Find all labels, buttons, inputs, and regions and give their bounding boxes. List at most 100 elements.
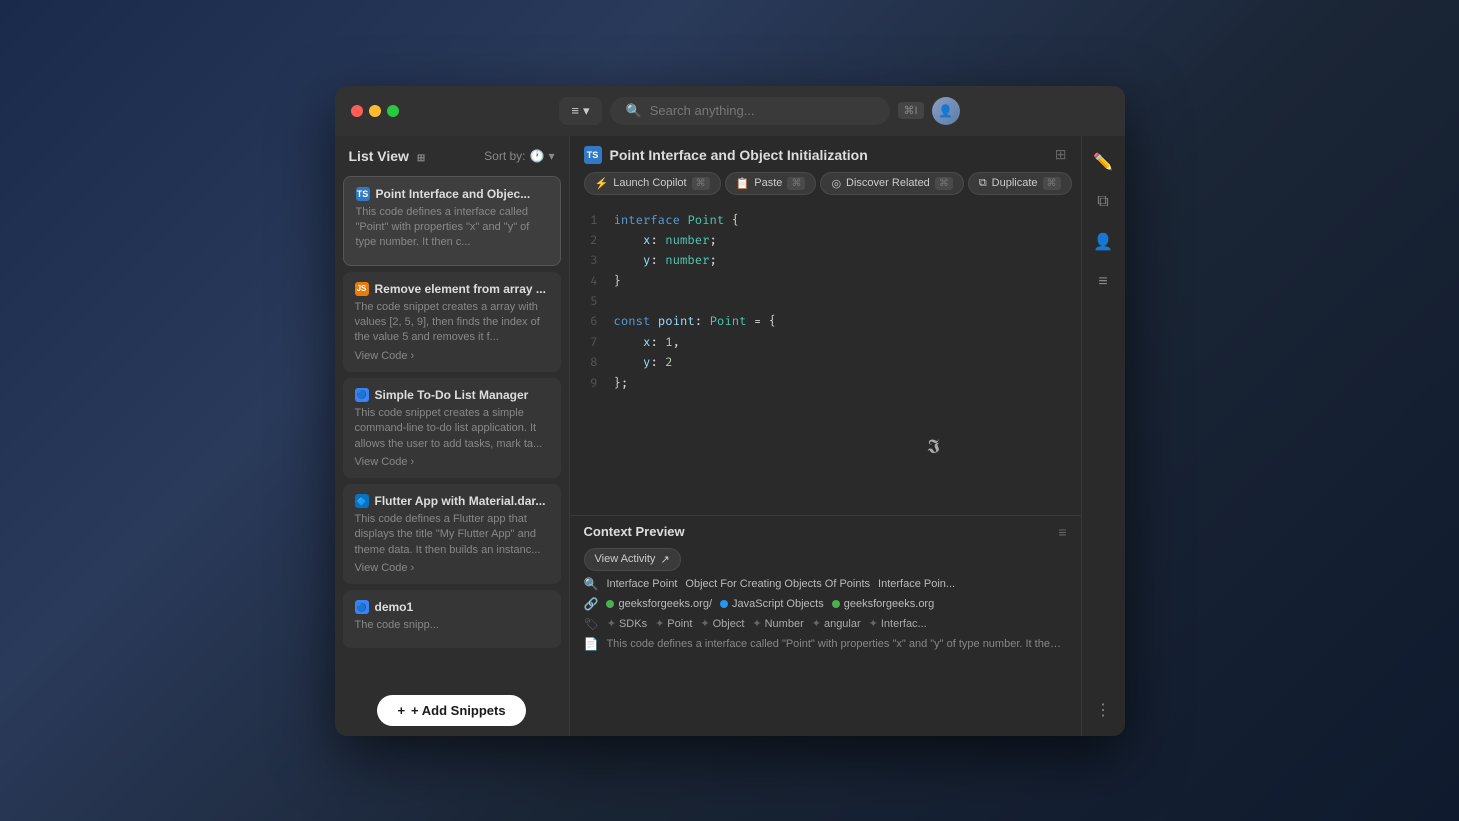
list-item[interactable]: 🔵 Simple To-Do List Manager This code sn… [343, 378, 561, 478]
search-placeholder: Search anything... [650, 103, 755, 118]
paste-icon: 📋 [736, 177, 750, 190]
close-button[interactable] [351, 105, 363, 117]
tag-chip-sdks[interactable]: ✦ SDKs [607, 617, 647, 630]
link-label: geeksforgeeks.org/ [618, 598, 712, 610]
tag-interface-poin: Interface Poin... [878, 578, 955, 590]
item-type-icon: 🔷 [355, 494, 369, 508]
share-button[interactable]: 👤 [1087, 226, 1119, 258]
link-label: JavaScript Objects [732, 598, 824, 610]
link-dot-icon [832, 600, 840, 608]
link-label: geeksforgeeks.org [844, 598, 935, 610]
title-bar-center: ≡ ▾ 🔍 Search anything... ⌘I 👤 [411, 97, 1109, 125]
sort-label: Sort by: [484, 149, 525, 163]
view-code-button[interactable]: View Code › [355, 562, 549, 574]
code-line: 8 y: 2 [584, 353, 1067, 373]
item-title: TS Point Interface and Objec... [356, 187, 548, 201]
view-code-button[interactable]: View Code › [355, 456, 549, 468]
title-bar: ≡ ▾ 🔍 Search anything... ⌘I 👤 [335, 86, 1125, 136]
tag-chip-object[interactable]: ✦ Object [700, 617, 744, 630]
list-item[interactable]: 🔷 Flutter App with Material.dar... This … [343, 484, 561, 584]
item-title: 🔵 Simple To-Do List Manager [355, 388, 549, 402]
item-title-text: Flutter App with Material.dar... [375, 494, 546, 508]
item-description: The code snippet creates a array with va… [355, 300, 549, 346]
sidebar-items: TS Point Interface and Objec... This cod… [335, 172, 569, 685]
code-panel-title-text: Point Interface and Object Initializatio… [610, 147, 868, 163]
copy-icon: ⧉ [1097, 193, 1108, 211]
code-line: 1 interface Point { [584, 211, 1067, 231]
menu-icon: ≡ [571, 103, 579, 118]
code-line: 5 [584, 292, 1067, 312]
link-js-objects[interactable]: JavaScript Objects [720, 598, 824, 610]
context-title: Context Preview [584, 524, 685, 539]
menu-chevron: ▾ [583, 103, 590, 119]
minimize-button[interactable] [369, 105, 381, 117]
kbd-badge: ⌘I [898, 102, 924, 119]
search-bar[interactable]: 🔍 Search anything... [610, 97, 890, 125]
list-icon: ≡ [1098, 273, 1107, 291]
discover-related-button[interactable]: ◎ Discover Related ⌘ [820, 172, 963, 195]
item-type-icon: TS [356, 187, 370, 201]
action-bar: ✏️ ⧉ 👤 ≡ ⋮ [1081, 136, 1125, 736]
menu-button[interactable]: ≡ ▾ [559, 97, 601, 125]
expand-icon: ⊞ [417, 153, 425, 164]
list-view-button[interactable]: ≡ [1087, 266, 1119, 298]
item-description: The code snipp... [355, 618, 549, 633]
share-icon: 👤 [1093, 232, 1113, 252]
code-line: 2 x: number; [584, 231, 1067, 251]
sidebar-sort[interactable]: Sort by: 🕐 ▾ [484, 149, 554, 163]
list-item[interactable]: JS Remove element from array ... The cod… [343, 272, 561, 372]
sort-icon: 🕐 [530, 149, 545, 163]
doc-icon: 📄 [584, 637, 599, 651]
code-line: 6 const point: Point = { [584, 312, 1067, 332]
edit-icon: ✏️ [1093, 152, 1113, 172]
code-line: 7 x: 1, [584, 333, 1067, 353]
duplicate-button[interactable]: ⧉ Duplicate ⌘ [968, 172, 1072, 195]
discover-label: Discover Related [846, 177, 930, 189]
code-line: 3 y: number; [584, 251, 1067, 271]
paste-button[interactable]: 📋 Paste ⌘ [725, 172, 817, 195]
tag-chip-angular[interactable]: ✦ angular [812, 617, 861, 630]
item-title-text: demo1 [375, 600, 414, 614]
code-area[interactable]: 1 interface Point { 2 x: number; 3 y: nu… [570, 203, 1081, 515]
context-chip-row: 🏷 ✦ SDKs ✦ Point ✦ Object [584, 617, 1067, 631]
list-item[interactable]: 🔵 demo1 The code snipp... [343, 590, 561, 647]
chip-label: Object [713, 618, 745, 630]
context-menu-icon[interactable]: ≡ [1058, 524, 1066, 540]
sidebar-header: List View ⊞ Sort by: 🕐 ▾ [335, 136, 569, 172]
view-activity-button[interactable]: View Activity ↗ [584, 548, 681, 571]
context-desc-row: 📄 This code defines a interface called "… [584, 637, 1067, 652]
maximize-button[interactable] [387, 105, 399, 117]
tag-interface-point: Interface Point [606, 578, 677, 590]
add-snippets-button[interactable]: + + Add Snippets [377, 695, 525, 726]
activity-icon: ↗ [660, 553, 669, 566]
copy-button[interactable]: ⧉ [1087, 186, 1119, 218]
expand-icon[interactable]: ⊞ [1055, 146, 1067, 163]
link-geeks2[interactable]: geeksforgeeks.org [832, 598, 935, 610]
tag-chip-interface[interactable]: ✦ Interfac... [869, 617, 927, 630]
tag-object-creating: Object For Creating Objects Of Points [685, 578, 870, 590]
paste-label: Paste [754, 177, 782, 189]
tag-chip-number[interactable]: ✦ Number [752, 617, 803, 630]
code-panel: TS Point Interface and Object Initializa… [570, 136, 1081, 516]
edit-button[interactable]: ✏️ [1087, 146, 1119, 178]
link-dot-icon [720, 600, 728, 608]
search-icon: 🔍 [584, 577, 599, 591]
item-type-icon: 🔵 [355, 388, 369, 402]
item-description: This code snippet creates a simple comma… [355, 406, 549, 452]
chip-label: SDKs [619, 618, 647, 630]
duplicate-icon: ⧉ [979, 177, 987, 190]
context-panel: Context Preview ≡ View Activity ↗ 🔍 Inte… [570, 516, 1081, 736]
more-options-button[interactable]: ⋮ [1087, 694, 1119, 726]
item-description: This code defines a Flutter app that dis… [355, 512, 549, 558]
right-panel: TS Point Interface and Object Initializa… [570, 136, 1081, 736]
launch-copilot-button[interactable]: ⚡ Launch Copilot ⌘ [584, 172, 721, 195]
tag-chip-point[interactable]: ✦ Point [655, 617, 692, 630]
code-panel-header: TS Point Interface and Object Initializa… [570, 136, 1081, 164]
title-bar-right: ⌘I 👤 [898, 97, 960, 125]
list-item[interactable]: TS Point Interface and Objec... This cod… [343, 176, 561, 266]
view-code-button[interactable]: View Code › [355, 350, 549, 362]
link-geeks1[interactable]: geeksforgeeks.org/ [606, 598, 712, 610]
code-lines: 1 interface Point { 2 x: number; 3 y: nu… [584, 211, 1067, 395]
code-panel-actions: ⚡ Launch Copilot ⌘ 📋 Paste ⌘ ◎ Discover … [570, 164, 1081, 203]
chip-label: Point [667, 618, 692, 630]
